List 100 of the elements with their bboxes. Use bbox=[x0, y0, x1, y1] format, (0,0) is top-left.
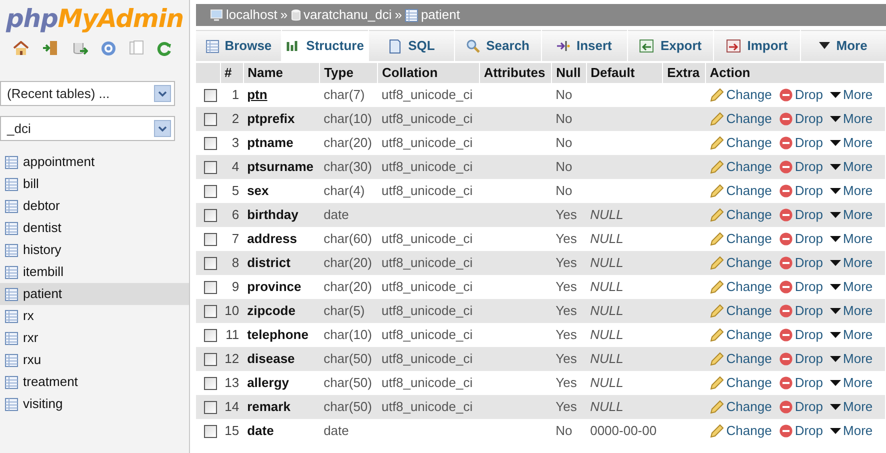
minus-circle-icon bbox=[778, 160, 793, 174]
row-checkbox[interactable] bbox=[204, 352, 217, 366]
action-link[interactable]: More bbox=[830, 181, 873, 201]
action-link[interactable]: Drop bbox=[778, 373, 824, 393]
action-link[interactable]: More bbox=[830, 421, 873, 441]
action-link[interactable]: Change bbox=[709, 301, 772, 321]
action-link[interactable]: More bbox=[830, 205, 873, 225]
tab[interactable]: More bbox=[800, 30, 886, 61]
table-list-item[interactable]: appointment bbox=[0, 151, 189, 173]
tab[interactable]: Insert bbox=[542, 30, 627, 61]
action-link[interactable]: Change bbox=[709, 349, 772, 369]
action-link[interactable]: Drop bbox=[778, 277, 824, 297]
action-link[interactable]: Drop bbox=[778, 85, 824, 105]
row-checkbox[interactable] bbox=[204, 328, 217, 342]
row-checkbox[interactable] bbox=[204, 400, 217, 414]
action-link[interactable]: Change bbox=[709, 181, 772, 201]
action-link[interactable]: Drop bbox=[778, 253, 824, 273]
row-checkbox[interactable] bbox=[204, 232, 217, 246]
action-link[interactable]: Change bbox=[709, 397, 772, 417]
table-cell: 12 bbox=[220, 347, 244, 371]
breadcrumb-link[interactable]: localhost bbox=[226, 5, 278, 25]
breadcrumb-link[interactable]: patient bbox=[420, 5, 460, 25]
reload-icon[interactable] bbox=[157, 40, 172, 56]
row-checkbox[interactable] bbox=[204, 112, 217, 126]
action-link[interactable]: Change bbox=[709, 421, 772, 441]
table-cell: zipcode bbox=[243, 299, 320, 323]
action-link[interactable]: Drop bbox=[778, 397, 824, 417]
action-link[interactable]: Change bbox=[709, 325, 772, 345]
table-list-item[interactable]: rx bbox=[0, 305, 189, 327]
exit-door-icon[interactable] bbox=[42, 40, 59, 56]
table-list-item[interactable]: rxu bbox=[0, 349, 189, 371]
row-checkbox[interactable] bbox=[204, 424, 217, 438]
row-checkbox[interactable] bbox=[204, 256, 217, 270]
action-link[interactable]: Change bbox=[709, 253, 772, 273]
table-list-item[interactable]: itembill bbox=[0, 261, 189, 283]
action-link[interactable]: Drop bbox=[778, 301, 824, 321]
table-list-item[interactable]: rxr bbox=[0, 327, 189, 349]
action-link[interactable]: Drop bbox=[778, 205, 824, 225]
tab[interactable]: SQL bbox=[368, 30, 454, 61]
action-link[interactable]: Drop bbox=[778, 229, 824, 249]
row-checkbox[interactable] bbox=[204, 304, 217, 318]
table-cell: No bbox=[552, 155, 586, 179]
action-link[interactable]: More bbox=[830, 253, 873, 273]
action-link[interactable]: Change bbox=[709, 205, 772, 225]
row-checkbox[interactable] bbox=[204, 184, 217, 198]
action-link[interactable]: More bbox=[830, 325, 873, 345]
action-link[interactable]: More bbox=[830, 277, 873, 297]
table-list-item[interactable]: debtor bbox=[0, 195, 189, 217]
action-link[interactable]: Drop bbox=[778, 421, 824, 441]
action-link[interactable]: Change bbox=[709, 85, 772, 105]
action-link[interactable]: More bbox=[830, 349, 873, 369]
row-checkbox[interactable] bbox=[204, 136, 217, 150]
table-cell: 7 bbox=[220, 227, 244, 251]
database-select[interactable]: _dci bbox=[0, 116, 175, 141]
action-link[interactable]: Drop bbox=[778, 133, 824, 153]
action-link[interactable]: Drop bbox=[778, 157, 824, 177]
action-link[interactable]: Drop bbox=[778, 349, 824, 369]
action-link[interactable]: More bbox=[830, 301, 873, 321]
table-cell: char(50) bbox=[320, 347, 378, 371]
breadcrumb-link[interactable]: varatchanu_dci bbox=[304, 5, 392, 25]
row-checkbox[interactable] bbox=[204, 280, 217, 294]
action-link[interactable]: Change bbox=[709, 277, 772, 297]
action-link[interactable]: More bbox=[830, 373, 873, 393]
action-link[interactable]: More bbox=[830, 229, 873, 249]
action-link[interactable]: More bbox=[830, 397, 873, 417]
row-checkbox[interactable] bbox=[204, 376, 217, 390]
action-link[interactable]: Change bbox=[709, 373, 772, 393]
action-link[interactable]: Change bbox=[709, 157, 772, 177]
table-cell: utf8_unicode_ci bbox=[378, 275, 480, 299]
database-arrow-icon[interactable] bbox=[72, 40, 88, 56]
tab[interactable]: Search bbox=[455, 30, 540, 61]
action-link[interactable]: Change bbox=[709, 109, 772, 129]
action-link[interactable]: Drop bbox=[778, 325, 824, 345]
minus-circle-icon bbox=[778, 328, 793, 342]
recent-tables-select[interactable]: (Recent tables) ... bbox=[0, 81, 175, 106]
action-link[interactable]: More bbox=[830, 157, 873, 177]
action-link[interactable]: Drop bbox=[778, 109, 824, 129]
tab[interactable]: Import bbox=[714, 30, 800, 61]
action-link[interactable]: More bbox=[830, 85, 873, 105]
table-list-item[interactable]: visiting bbox=[0, 393, 189, 415]
row-checkbox[interactable] bbox=[204, 208, 217, 222]
pencil-icon bbox=[709, 256, 724, 270]
action-link[interactable]: Drop bbox=[778, 181, 824, 201]
help-icon[interactable] bbox=[101, 40, 116, 56]
action-link[interactable]: More bbox=[830, 109, 873, 129]
action-link[interactable]: Change bbox=[709, 133, 772, 153]
tab[interactable]: Browse bbox=[196, 30, 282, 61]
tab[interactable]: Export bbox=[628, 30, 714, 61]
row-checkbox[interactable] bbox=[204, 160, 217, 174]
home-icon[interactable] bbox=[13, 40, 29, 56]
table-cell: Yes bbox=[552, 203, 586, 227]
table-list-item[interactable]: dentist bbox=[0, 217, 189, 239]
action-link[interactable]: Change bbox=[709, 229, 772, 249]
table-list-item[interactable]: treatment bbox=[0, 371, 189, 393]
table-list-item[interactable]: history bbox=[0, 239, 189, 261]
action-link[interactable]: More bbox=[830, 133, 873, 153]
table-list-item[interactable]: bill bbox=[0, 173, 189, 195]
row-checkbox[interactable] bbox=[204, 88, 217, 102]
table-cell: utf8_unicode_ci bbox=[378, 131, 480, 155]
table-list-item[interactable]: patient bbox=[0, 283, 189, 305]
